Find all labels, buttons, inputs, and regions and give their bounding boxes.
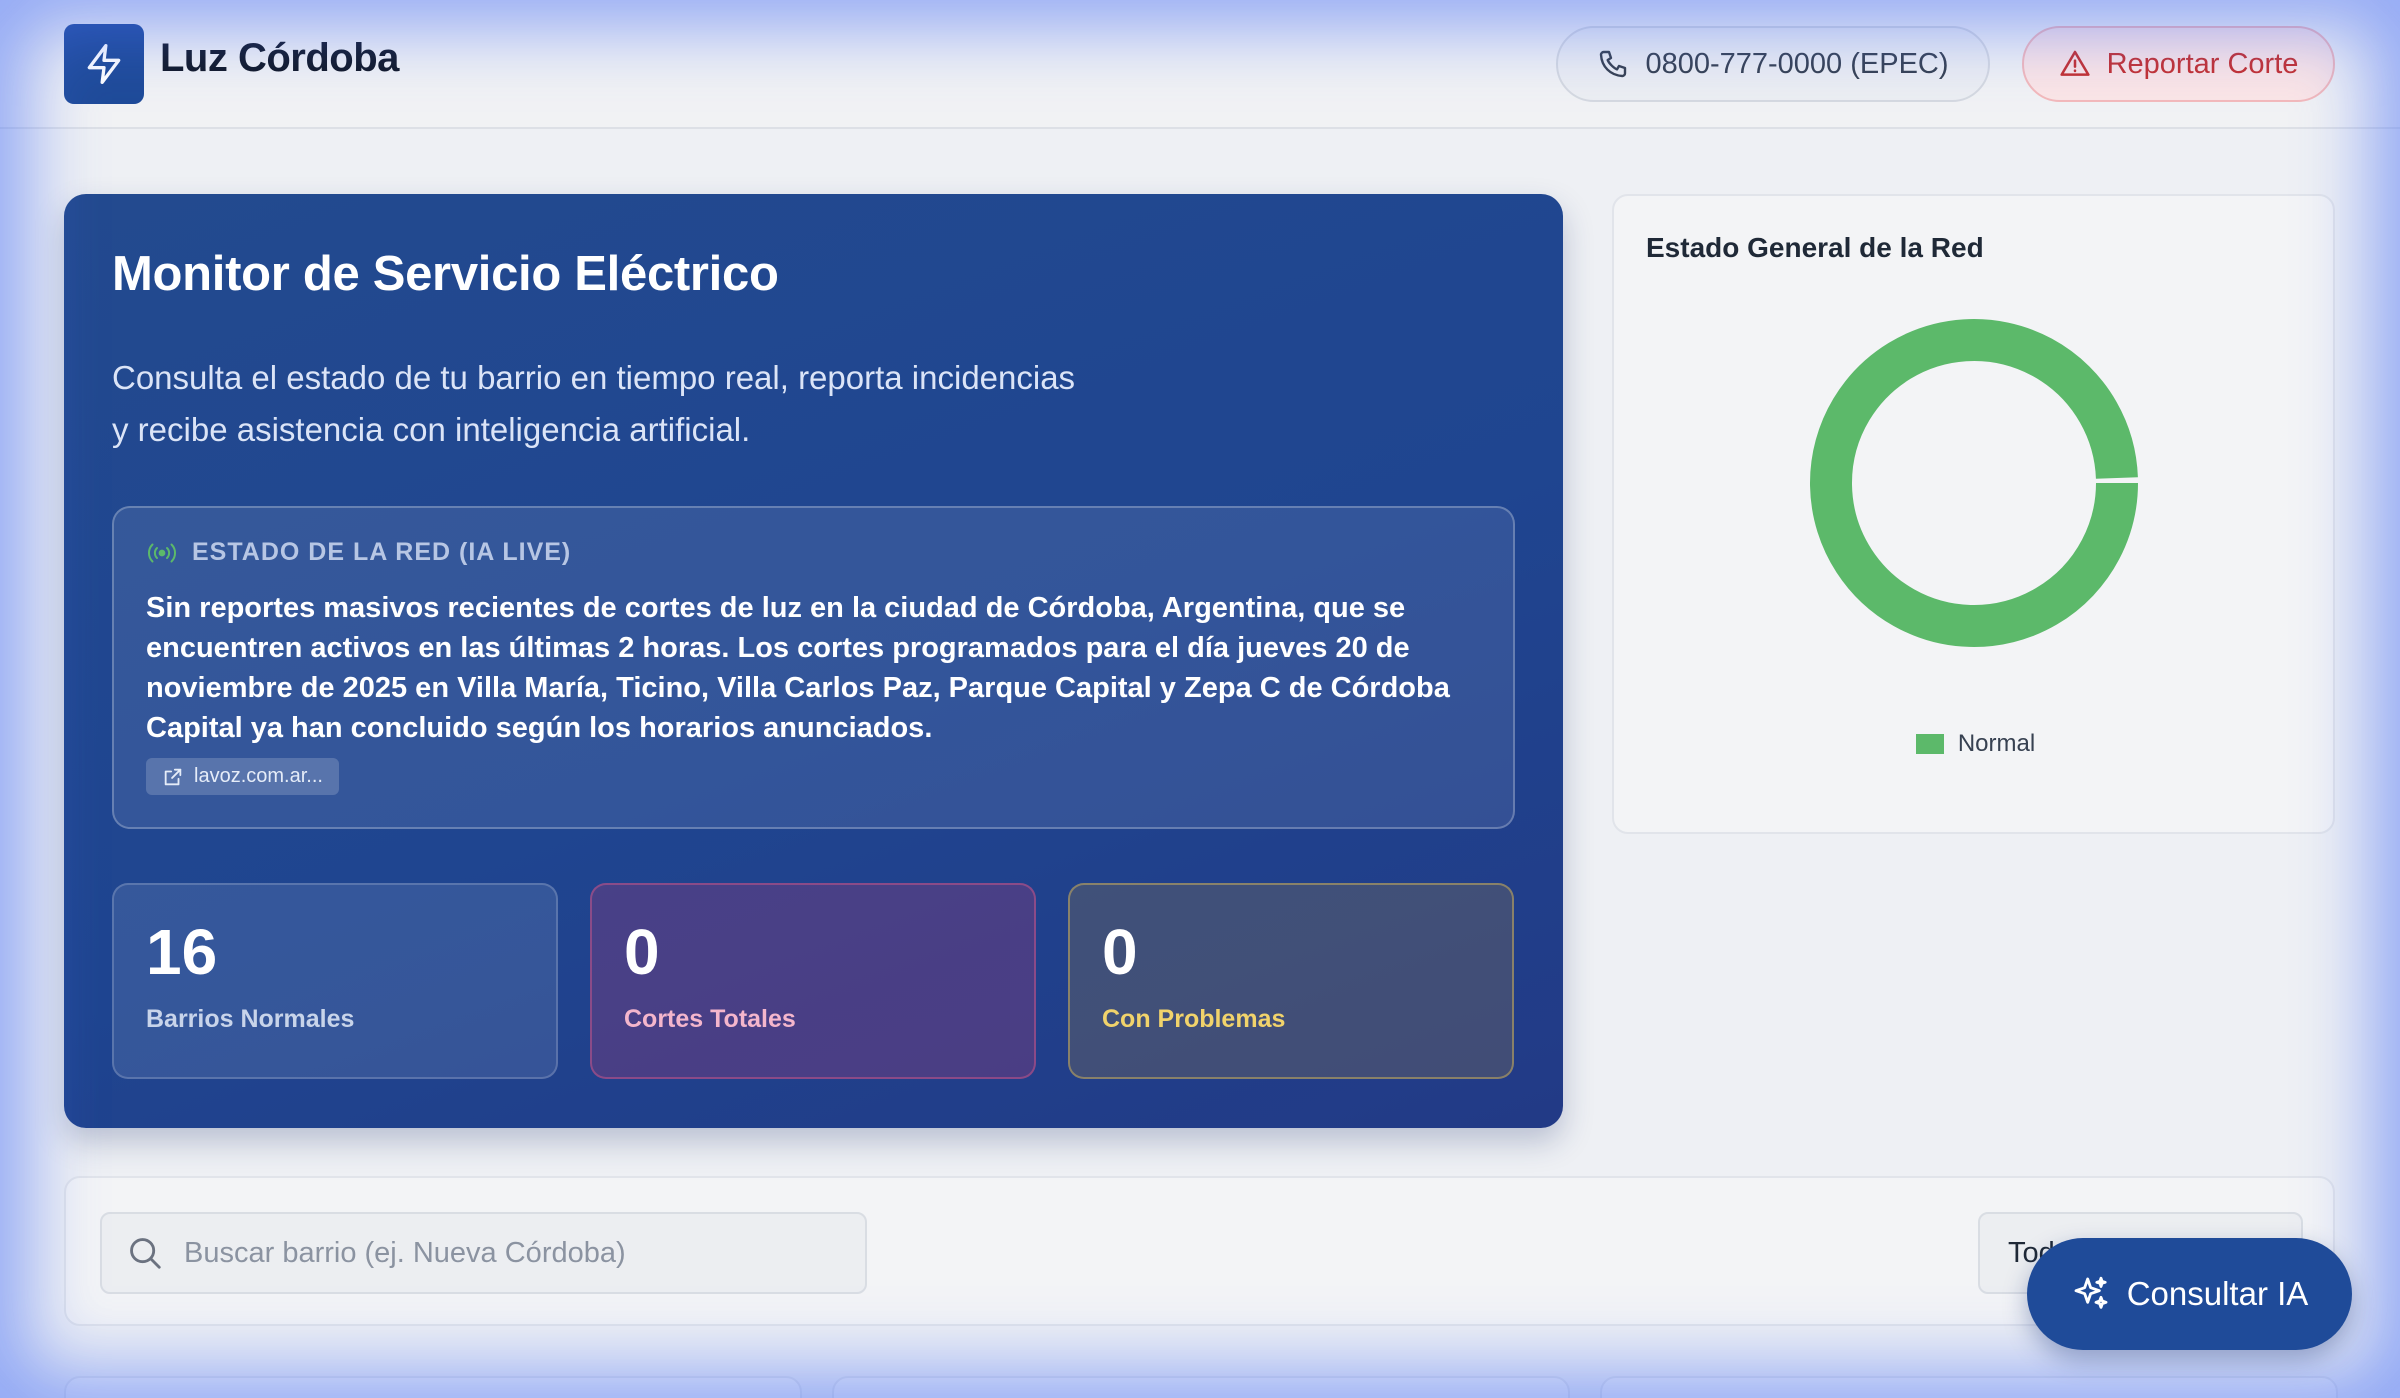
network-status-title: Estado General de la Red [1646,232,1984,263]
neighborhood-card[interactable] [832,1376,1570,1398]
network-donut-chart [1810,319,2138,647]
page-title: Monitor de Servicio Eléctrico [112,247,779,301]
external-link-icon [164,768,182,785]
top-header: Luz Córdoba 0800-777-0000 (EPEC) Reporta… [0,0,2400,129]
alert-triangle-icon [2059,50,2090,76]
hero-subtitle: Consulta el estado de tu barrio en tiemp… [112,352,1152,456]
phone-label: 0800-777-0000 (EPEC) [1645,47,1949,80]
legend-swatch-normal [1915,734,1944,754]
live-status-header: ESTADO DE LA RED (IA LIVE) [146,538,571,567]
hero-subtitle-line2: y recibe asistencia con inteligencia art… [112,411,751,448]
legend-label-normal: Normal [1957,730,2036,757]
chart-legend: Normal [1614,730,2337,758]
search-icon [130,1238,161,1269]
live-status-text: Sin reportes masivos recientes de cortes… [146,592,1450,744]
live-status-box: ESTADO DE LA RED (IA LIVE) Sin reportes … [112,506,1515,829]
phone-button[interactable]: 0800-777-0000 (EPEC) [1556,26,1990,102]
ask-ai-button[interactable]: Consultar IA [2027,1238,2352,1350]
logo[interactable] [64,24,144,104]
stat-label: Barrios Normales [146,1005,355,1033]
broadcast-icon [148,543,176,562]
report-outage-button[interactable]: Reportar Corte [2022,26,2335,102]
stat-total-outages: 0 Cortes Totales [590,883,1036,1079]
neighborhood-card[interactable] [64,1376,802,1398]
stat-normal-neighborhoods: 16 Barrios Normales [112,883,558,1079]
stat-label: Con Problemas [1102,1005,1286,1033]
donut-slice-normal [1810,319,2138,647]
bolt-icon [87,44,121,84]
brand-name: Luz Córdoba [160,36,399,80]
stat-value: 0 [624,916,660,988]
sparkles-icon [2074,1276,2108,1309]
source-label: lavoz.com.ar... [194,765,323,787]
stat-value: 0 [1102,916,1138,988]
hero-subtitle-line1: Consulta el estado de tu barrio en tiemp… [112,359,1076,396]
ask-ai-label: Consultar IA [2126,1275,2309,1312]
network-status-card: Estado General de la Red Normal [1612,194,2335,834]
stat-with-problems: 0 Con Problemas [1068,883,1514,1079]
search-placeholder: Buscar barrio (ej. Nueva Córdoba) [184,1236,626,1269]
report-label: Reportar Corte [2106,47,2299,80]
phone-icon [1600,50,1627,78]
stat-label: Cortes Totales [624,1005,796,1033]
neighborhood-card[interactable] [1600,1376,2338,1398]
source-link[interactable]: lavoz.com.ar... [146,758,339,795]
hero-card: Monitor de Servicio Eléctrico Consulta e… [64,194,1563,1128]
search-bar-card: Buscar barrio (ej. Nueva Córdoba) Todos [64,1176,2335,1326]
live-status-title: ESTADO DE LA RED (IA LIVE) [192,538,572,566]
search-input[interactable]: Buscar barrio (ej. Nueva Córdoba) [100,1212,867,1294]
stat-value: 16 [146,916,218,988]
